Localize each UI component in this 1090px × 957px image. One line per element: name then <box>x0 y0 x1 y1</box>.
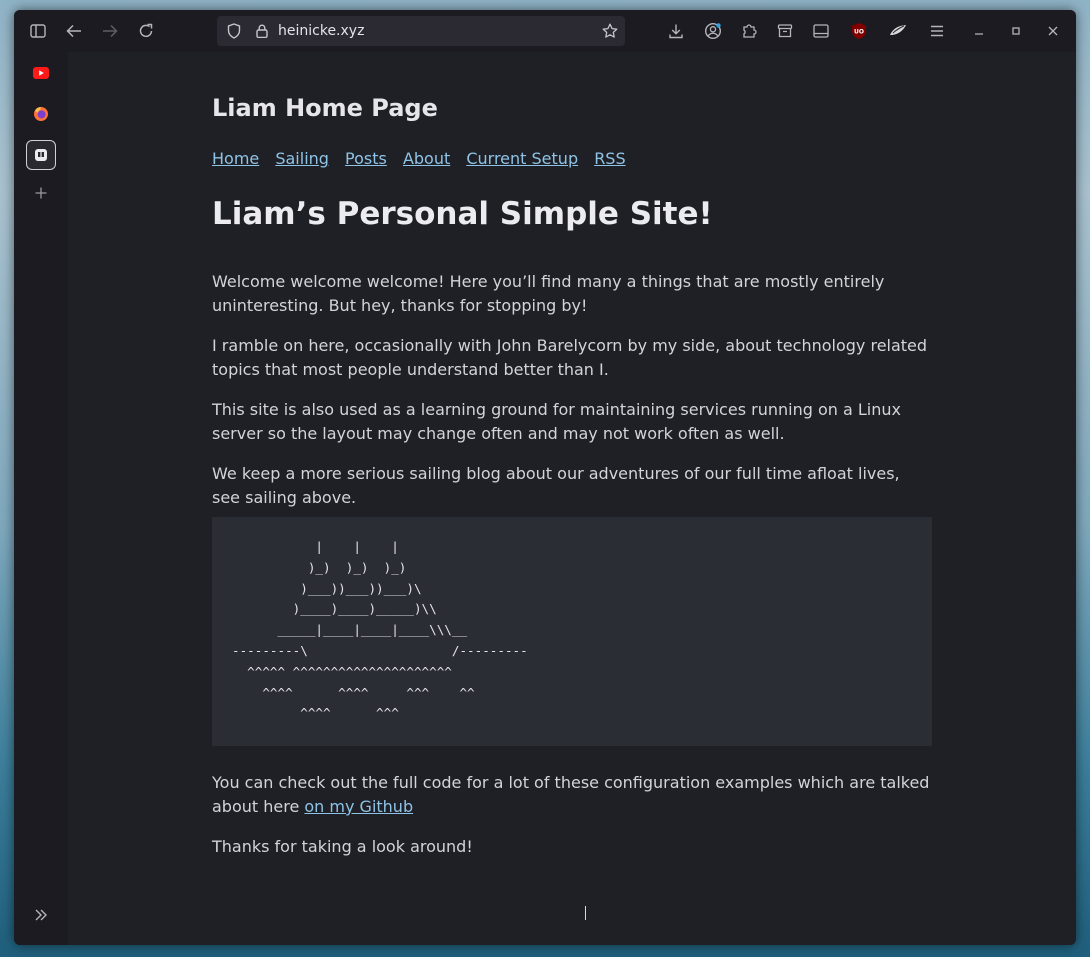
expand-sidebar-button[interactable] <box>26 900 56 930</box>
app-icon <box>35 149 47 161</box>
browser-toolbar: heinicke.xyz UO <box>14 10 1076 52</box>
nav-link-rss[interactable]: RSS <box>594 149 625 168</box>
maximize-icon[interactable] <box>1005 20 1027 42</box>
sidebar-item-firefox[interactable] <box>26 99 56 129</box>
browser-window: heinicke.xyz UO Liam Home Page Home Sail… <box>14 10 1076 945</box>
nav-link-about[interactable]: About <box>403 149 450 168</box>
sidebar-item-active-app[interactable] <box>26 140 56 170</box>
site-nav: Home Sailing Posts About Current Setup R… <box>212 149 637 168</box>
closing-paragraph: Thanks for taking a look around! <box>212 837 473 856</box>
url-text[interactable]: heinicke.xyz <box>278 23 364 39</box>
reload-icon[interactable] <box>135 20 157 42</box>
archive-icon[interactable] <box>774 20 796 42</box>
back-arrow-icon[interactable] <box>63 20 85 42</box>
reader-view-icon[interactable] <box>810 20 832 42</box>
browser-sidebar <box>14 52 68 945</box>
github-paragraph: You can check out the full code for a lo… <box>212 771 932 819</box>
address-bar[interactable]: heinicke.xyz <box>217 16 625 46</box>
ramble-paragraph: I ramble on here, occasionally with John… <box>212 336 928 379</box>
hamburger-menu-icon[interactable] <box>926 20 948 42</box>
intro-paragraph: Welcome welcome welcome! Here you’ll fin… <box>212 272 885 315</box>
forward-arrow-icon[interactable] <box>99 20 121 42</box>
double-chevron-right-icon <box>35 909 47 921</box>
sidebar-icon[interactable] <box>27 20 49 42</box>
nav-link-sailing[interactable]: Sailing <box>275 149 329 168</box>
bookmark-star-icon[interactable] <box>599 20 621 42</box>
puzzle-icon[interactable] <box>738 20 760 42</box>
nav-link-current-setup[interactable]: Current Setup <box>466 149 578 168</box>
extension-badge-icon[interactable] <box>887 20 909 42</box>
lock-icon <box>251 20 273 42</box>
download-icon[interactable] <box>665 20 687 42</box>
account-icon[interactable] <box>702 20 724 42</box>
firefox-icon <box>34 107 48 121</box>
text-cursor <box>585 906 586 920</box>
github-link[interactable]: on my Github <box>304 797 413 816</box>
page-content: Liam Home Page Home Sailing Posts About … <box>68 52 1076 945</box>
nav-link-posts[interactable]: Posts <box>345 149 387 168</box>
add-sidebar-item-button[interactable] <box>26 178 56 208</box>
ascii-art-ship: | | | )_) )_) )_) )___))___))___)\ )____… <box>212 517 932 746</box>
shield-icon[interactable] <box>223 20 245 42</box>
nav-link-home[interactable]: Home <box>212 149 259 168</box>
sidebar-item-youtube[interactable] <box>26 58 56 88</box>
ublock-label: UO <box>854 29 864 36</box>
site-title[interactable]: Liam Home Page <box>212 94 438 122</box>
youtube-icon <box>33 67 49 79</box>
plus-icon <box>35 187 47 199</box>
ublock-origin-icon[interactable]: UO <box>848 20 870 42</box>
minimize-icon[interactable] <box>968 20 990 42</box>
learning-paragraph: This site is also used as a learning gro… <box>212 400 901 443</box>
page-headline: Liam’s Personal Simple Site! <box>212 196 713 232</box>
close-icon[interactable] <box>1042 20 1064 42</box>
sailing-paragraph: We keep a more serious sailing blog abou… <box>212 464 900 507</box>
